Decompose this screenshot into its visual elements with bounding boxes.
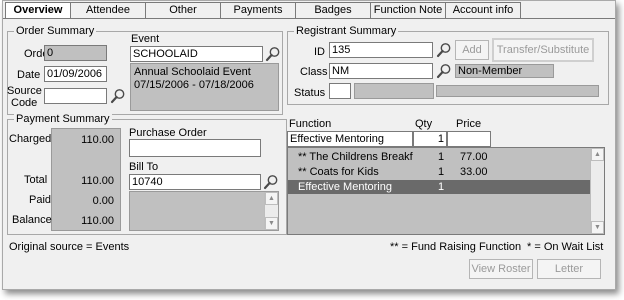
- tab-function-note[interactable]: Function Note: [370, 2, 446, 18]
- class-label: Class: [300, 66, 328, 78]
- bill-to-scrollbar[interactable]: ▲ ▼: [264, 192, 278, 230]
- scroll-down-arrow-icon[interactable]: ▼: [591, 221, 604, 234]
- tab-badges[interactable]: Badges: [295, 2, 371, 18]
- function-row-selected[interactable]: Effective Mentoring 1: [288, 180, 590, 194]
- tab-divider: [3, 18, 615, 19]
- source-code-field[interactable]: [44, 88, 107, 104]
- event-label: Event: [131, 33, 160, 45]
- scroll-up-arrow-icon[interactable]: ▲: [591, 148, 604, 161]
- functions-scrollbar[interactable]: ▲ ▼: [590, 148, 604, 234]
- bill-to-field[interactable]: 10740: [129, 174, 261, 190]
- registrant-summary-title: Registrant Summary: [294, 25, 399, 37]
- charged-amount: 110.00: [81, 134, 114, 146]
- purchase-order-field[interactable]: [129, 139, 261, 157]
- class-lookup-icon[interactable]: [436, 63, 452, 79]
- event-desc-line2: 07/15/2006 - 07/18/2006: [134, 79, 254, 91]
- status-label: Status: [294, 87, 326, 99]
- price-input[interactable]: [447, 131, 491, 147]
- total-amount: 110.00: [81, 175, 114, 187]
- paid-amount: 0.00: [92, 195, 114, 207]
- registration-window: Overview Attendee Other Payments Badges …: [2, 0, 616, 290]
- tab-other[interactable]: Other: [145, 2, 221, 18]
- balance-label: Balance: [12, 214, 52, 226]
- balance-amount: 110.00: [81, 215, 114, 227]
- status-extra-field: [436, 85, 599, 97]
- payment-amounts-panel: 110.00 110.00 0.00 110.00: [51, 128, 121, 231]
- event-desc-line1: Annual Schoolaid Event: [134, 66, 251, 78]
- id-label: ID: [314, 46, 325, 58]
- registrant-id-lookup-icon[interactable]: [436, 42, 452, 58]
- transfer-substitute-button[interactable]: Transfer/Substitute: [492, 38, 594, 62]
- bill-to-label: Bill To: [129, 161, 159, 173]
- bill-to-address-box: ▲ ▼: [129, 191, 279, 231]
- function-row-qty: 1: [438, 151, 445, 163]
- original-source-text: Original source = Events: [9, 241, 130, 253]
- event-field[interactable]: SCHOOLAID: [130, 46, 263, 62]
- function-row[interactable]: ** The Childrens Breakf 1 77.00: [288, 150, 590, 164]
- tab-strip: Overview Attendee Other Payments Badges …: [5, 2, 521, 19]
- status-description: [354, 83, 434, 99]
- event-lookup-icon[interactable]: [265, 46, 281, 62]
- function-row-price: 33.00: [460, 166, 488, 178]
- payment-summary-title: Payment Summary: [14, 113, 112, 125]
- charged-label: Charged: [9, 133, 52, 145]
- class-field[interactable]: NM: [329, 63, 433, 79]
- source-code-lookup-icon[interactable]: [110, 88, 126, 104]
- function-row[interactable]: ** Coats for Kids 1 33.00: [288, 165, 590, 179]
- qty-input[interactable]: 1: [413, 131, 447, 147]
- function-header: Function: [289, 118, 332, 130]
- scroll-down-arrow-icon[interactable]: ▼: [265, 217, 278, 230]
- status-field[interactable]: [329, 83, 351, 99]
- function-row-price: 77.00: [460, 151, 488, 163]
- function-row-qty: 1: [438, 181, 445, 193]
- date-field[interactable]: 01/09/2006: [44, 66, 107, 82]
- letter-button[interactable]: Letter: [537, 259, 601, 279]
- date-label: Date: [17, 69, 41, 81]
- qty-header: Qty: [415, 118, 433, 130]
- fund-raising-legend: ** = Fund Raising Function: [390, 241, 522, 253]
- paid-label: Paid: [29, 194, 52, 206]
- order-field: 0: [44, 45, 107, 61]
- source-label-line2: Code: [11, 97, 38, 109]
- total-label: Total: [24, 174, 48, 186]
- class-description: Non-Member: [455, 64, 554, 78]
- order-summary-title: Order Summary: [14, 25, 97, 37]
- wait-list-legend: * = On Wait List: [527, 241, 604, 253]
- function-row-qty: 1: [438, 166, 445, 178]
- tab-overview[interactable]: Overview: [5, 2, 71, 19]
- function-input[interactable]: Effective Mentoring: [287, 131, 413, 147]
- tab-payments[interactable]: Payments: [220, 2, 296, 18]
- tab-account-info[interactable]: Account info: [445, 2, 521, 18]
- event-description-box: Annual Schoolaid Event 07/15/2006 - 07/1…: [130, 63, 279, 111]
- scroll-up-arrow-icon[interactable]: ▲: [265, 192, 278, 205]
- price-header: Price: [456, 118, 482, 130]
- bill-to-lookup-icon[interactable]: [263, 174, 279, 190]
- functions-list: ** The Childrens Breakf 1 77.00 ** Coats…: [287, 147, 605, 235]
- function-row-name: ** The Childrens Breakf: [298, 151, 413, 163]
- function-row-name: ** Coats for Kids: [298, 166, 379, 178]
- registrant-id-field[interactable]: 135: [329, 42, 433, 58]
- view-roster-button[interactable]: View Roster: [469, 259, 533, 279]
- add-button[interactable]: Add: [455, 40, 489, 60]
- function-row-name: Effective Mentoring: [298, 181, 392, 193]
- tab-attendee[interactable]: Attendee: [70, 2, 146, 18]
